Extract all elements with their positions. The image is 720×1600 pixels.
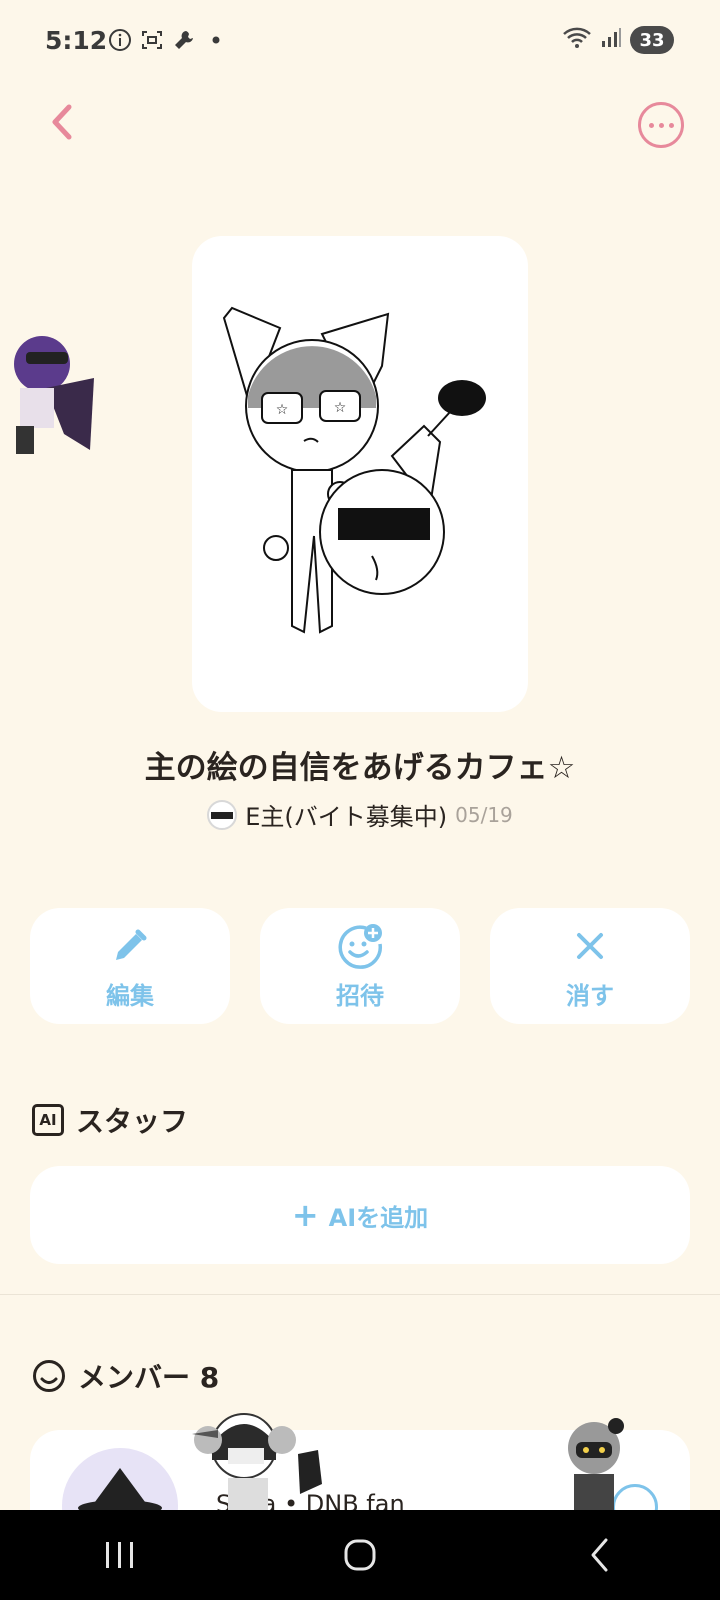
delete-label: 消す xyxy=(566,981,614,1010)
battery-indicator: 33 xyxy=(630,26,674,54)
system-back-button[interactable] xyxy=(570,1530,630,1580)
wifi-icon xyxy=(562,26,592,54)
owner-line: E主(バイト募集中) 05/19 xyxy=(0,797,720,832)
invite-button[interactable]: 招待 xyxy=(260,908,460,1024)
system-nav-bar xyxy=(0,1510,720,1600)
recent-apps-button[interactable] xyxy=(90,1530,150,1580)
status-time: 5:12 xyxy=(45,26,108,55)
action-buttons: 編集 招待 消す xyxy=(30,908,690,1024)
invite-label: 招待 xyxy=(336,981,384,1010)
back-arrow-icon xyxy=(591,1538,608,1572)
staff-section-header: AI スタッフ xyxy=(32,1100,188,1140)
character-sticker-purple xyxy=(8,330,94,460)
smile-plus-icon xyxy=(336,922,384,970)
home-icon xyxy=(344,1539,376,1571)
edit-button[interactable]: 編集 xyxy=(30,908,230,1024)
more-dot xyxy=(658,122,664,128)
character-sticker-group xyxy=(188,1404,328,1514)
home-button[interactable] xyxy=(330,1530,390,1580)
status-bar: 5:12 33 xyxy=(0,0,720,84)
plus-icon: + xyxy=(291,1196,319,1234)
svg-text:☆: ☆ xyxy=(276,402,289,418)
add-ai-label: AIを追加 xyxy=(328,1203,429,1232)
edit-label: 編集 xyxy=(106,981,154,1010)
smile-icon xyxy=(32,1359,66,1393)
status-icons xyxy=(108,28,228,52)
owner-name[interactable]: E主(バイト募集中) xyxy=(245,797,447,832)
created-date: 05/19 xyxy=(455,802,513,827)
back-button[interactable] xyxy=(40,100,84,144)
status-right: 33 xyxy=(562,26,674,54)
members-section-header: メンバー 8 xyxy=(32,1356,219,1396)
delete-button[interactable]: 消す xyxy=(490,908,690,1024)
recent-apps-icon xyxy=(106,1542,133,1568)
screenshot-icon xyxy=(140,28,164,52)
room-cover-image[interactable]: ☆ ☆ xyxy=(192,236,528,712)
character-sticker-robot xyxy=(556,1412,634,1514)
svg-text:☆: ☆ xyxy=(334,400,347,416)
info-icon xyxy=(108,28,132,52)
more-dot xyxy=(648,122,654,128)
more-dot xyxy=(668,122,674,128)
cover-drawing: ☆ ☆ xyxy=(222,306,486,634)
room-title: 主の絵の自信をあげるカフェ☆ xyxy=(144,750,576,786)
wrench-icon xyxy=(172,28,196,52)
staff-heading: スタッフ xyxy=(76,1105,189,1138)
section-divider xyxy=(0,1294,720,1295)
pencil-icon xyxy=(106,922,154,970)
members-heading: メンバー 8 xyxy=(78,1361,220,1394)
member-avatar[interactable] xyxy=(62,1448,178,1510)
signal-icon xyxy=(600,27,622,53)
add-ai-button[interactable]: + AIを追加 xyxy=(30,1166,690,1264)
dot-icon xyxy=(204,28,228,52)
ai-badge-icon: AI xyxy=(32,1104,64,1136)
owner-avatar[interactable] xyxy=(207,799,238,830)
close-icon xyxy=(566,922,614,970)
chevron-left-icon xyxy=(52,104,72,140)
more-options-button[interactable] xyxy=(638,102,684,148)
